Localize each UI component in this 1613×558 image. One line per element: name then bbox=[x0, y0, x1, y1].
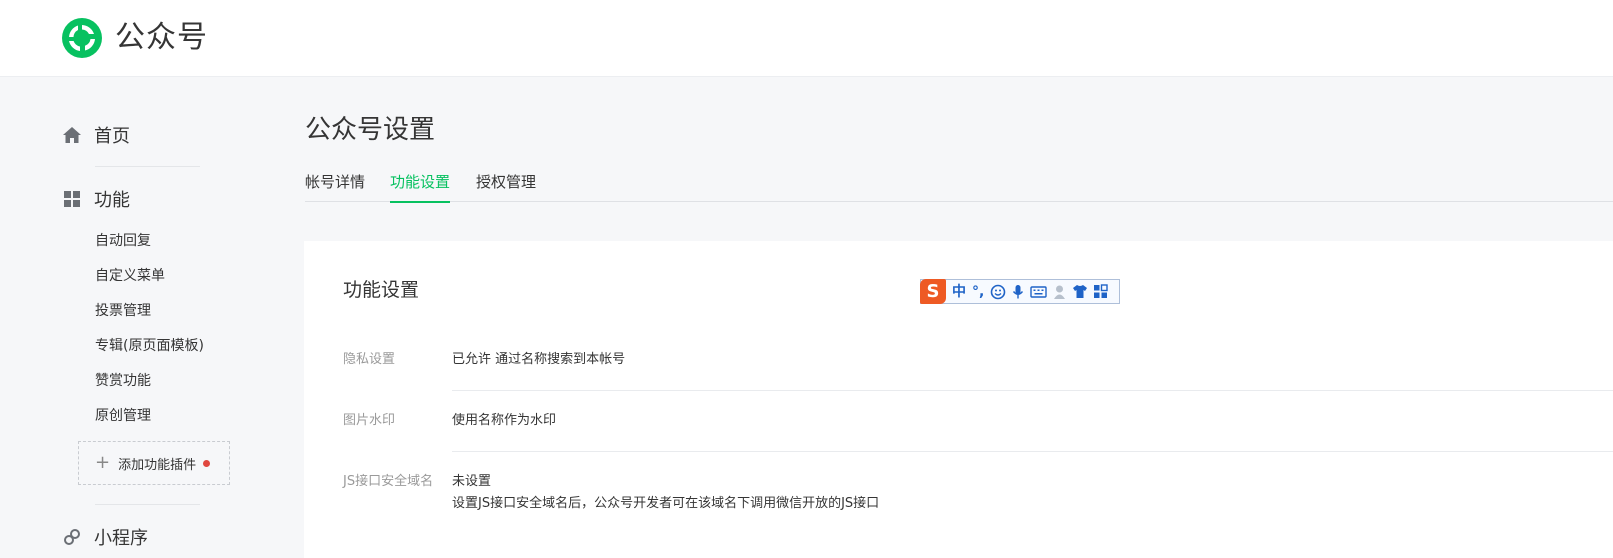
image-watermark-value: 使用名称作为水印 bbox=[452, 413, 557, 428]
tab-account-details[interactable]: 帐号详情 bbox=[305, 172, 365, 201]
keyboard-icon[interactable] bbox=[1030, 285, 1048, 299]
emoji-icon[interactable] bbox=[990, 284, 1006, 300]
ime-language-toggle[interactable]: 中 bbox=[952, 282, 966, 302]
sidebar: 首页 功能 自动回复 自定义菜单 投票管理 专辑(原页面模板) 赞赏功能 原创管… bbox=[0, 78, 260, 558]
settings-card: 功能设置 S 中 °, 隐私设置 已允许 通过名称搜索到本帐号 图片水印 使用名… bbox=[304, 241, 1613, 558]
grid-icon bbox=[64, 191, 80, 207]
assistant-icon[interactable] bbox=[1052, 284, 1067, 300]
wechat-official-account-logo-icon[interactable] bbox=[61, 17, 103, 59]
microphone-icon[interactable] bbox=[1011, 284, 1025, 300]
home-icon bbox=[63, 127, 81, 143]
tab-bar: 帐号详情 功能设置 授权管理 bbox=[305, 168, 1613, 203]
privacy-settings-label: 隐私设置 bbox=[343, 352, 396, 367]
js-domain-description: 设置JS接口安全域名后，公众号开发者可在该域名下调用微信开放的JS接口 bbox=[452, 496, 880, 511]
sidebar-item-mini-program[interactable]: 小程序 bbox=[62, 524, 148, 550]
page-title: 公众号设置 bbox=[305, 115, 436, 145]
sidebar-subitem-custom-menu[interactable]: 自定义菜单 bbox=[95, 266, 165, 286]
privacy-settings-value: 已允许 通过名称搜索到本帐号 bbox=[452, 352, 626, 367]
sidebar-item-label: 首页 bbox=[94, 126, 130, 147]
sidebar-item-label: 小程序 bbox=[94, 528, 148, 549]
row-divider bbox=[452, 451, 1613, 452]
ime-toolbar[interactable]: S 中 °, bbox=[920, 279, 1120, 304]
skin-shirt-icon[interactable] bbox=[1072, 284, 1088, 299]
app-title: 公众号 bbox=[115, 20, 208, 55]
tab-feature-settings[interactable]: 功能设置 bbox=[390, 172, 451, 203]
mini-program-icon bbox=[64, 529, 80, 545]
sidebar-item-label: 功能 bbox=[94, 190, 130, 211]
toolbox-grid-icon[interactable] bbox=[1093, 284, 1109, 299]
image-watermark-label: 图片水印 bbox=[343, 413, 396, 428]
js-domain-value: 未设置 bbox=[452, 474, 492, 489]
js-domain-label: JS接口安全域名 bbox=[343, 474, 434, 489]
sidebar-subitem-auto-reply[interactable]: 自动回复 bbox=[95, 231, 151, 251]
add-plugin-button[interactable]: + 添加功能插件 bbox=[78, 441, 230, 485]
divider bbox=[95, 166, 200, 167]
ime-punctuation-toggle[interactable]: °, bbox=[972, 282, 984, 302]
divider bbox=[95, 504, 200, 505]
notification-dot bbox=[203, 459, 211, 467]
sidebar-subitem-album[interactable]: 专辑(原页面模板) bbox=[95, 336, 204, 356]
sidebar-subitem-original[interactable]: 原创管理 bbox=[95, 406, 151, 426]
sidebar-subitem-vote-management[interactable]: 投票管理 bbox=[95, 301, 151, 321]
sidebar-subitem-reward[interactable]: 赞赏功能 bbox=[95, 371, 151, 391]
tab-authorization-management[interactable]: 授权管理 bbox=[476, 172, 536, 201]
sogou-logo-icon[interactable]: S bbox=[920, 279, 946, 304]
row-divider bbox=[452, 390, 1613, 391]
sidebar-item-features[interactable]: 功能 bbox=[62, 186, 130, 212]
add-plugin-label: 添加功能插件 bbox=[118, 457, 197, 473]
plus-icon: + bbox=[95, 452, 111, 473]
top-bar: 公众号 bbox=[0, 0, 1613, 77]
sidebar-item-home[interactable]: 首页 bbox=[62, 122, 130, 148]
card-title: 功能设置 bbox=[343, 279, 420, 301]
